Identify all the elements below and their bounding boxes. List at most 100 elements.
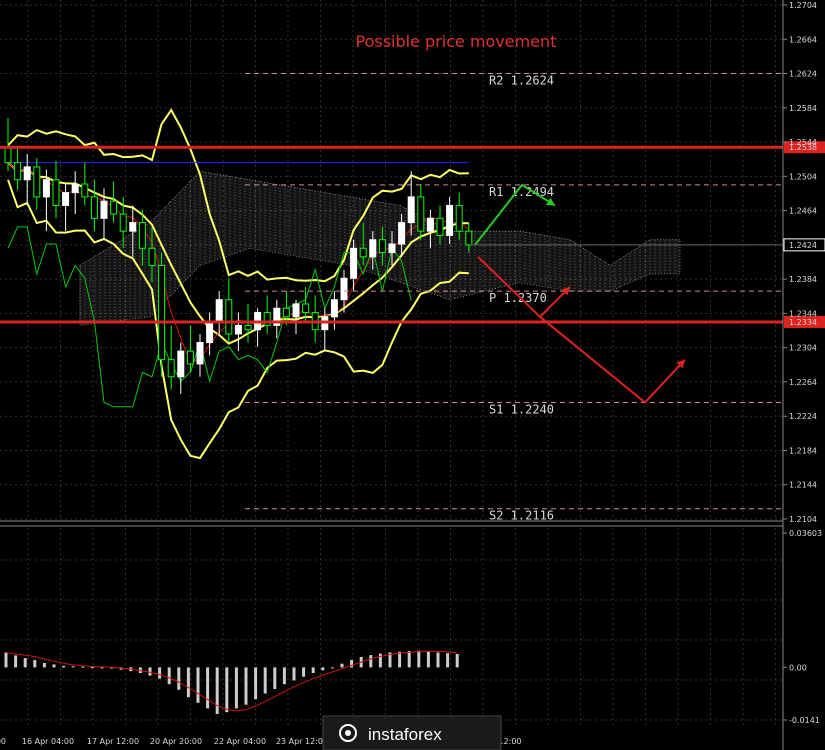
macd-bar	[71, 666, 75, 668]
candle-body	[14, 162, 22, 181]
time-label: 16 Apr 04:00	[22, 737, 74, 746]
candle-body	[23, 166, 31, 181]
time-label: 00	[0, 737, 6, 746]
price-tick-label: 1.2184	[789, 446, 817, 455]
price-tick-label: 1.2464	[789, 207, 817, 216]
candle-body	[455, 204, 463, 232]
macd-bar	[340, 663, 344, 668]
macd-bar	[167, 667, 171, 685]
candle-body	[52, 179, 60, 206]
macd-bar	[378, 653, 382, 668]
candle-body	[206, 320, 214, 344]
macd-axis: 0.03603 0.00 -0.0141	[783, 529, 822, 725]
macd-bar	[350, 659, 354, 668]
macd-bar	[417, 650, 421, 668]
macd-bar	[225, 667, 229, 713]
macd-bar	[244, 667, 248, 705]
price-tick-label: 1.2704	[789, 1, 817, 10]
macd-bar	[33, 659, 37, 668]
macd-bar	[100, 667, 104, 669]
price-tick-label: 1.2544	[789, 138, 817, 147]
candle-body	[158, 264, 166, 361]
macd-bar	[206, 667, 210, 709]
macd-bar	[52, 664, 56, 668]
candle-body	[407, 196, 415, 224]
macd-bar	[254, 667, 258, 700]
red-level-label: 1.2334	[789, 318, 817, 327]
macd-tick-label: 0.03603	[789, 529, 822, 538]
logo-text: instaforex	[368, 725, 442, 744]
trading-chart: R2 1.2624 R1 1.2494 P 1.2370 S1 1.2240 S2 1.…	[0, 0, 825, 750]
candle-body	[417, 196, 425, 232]
macd-bar	[14, 655, 18, 668]
candle-body	[4, 146, 12, 164]
candle-body	[81, 183, 89, 198]
time-label: 12:00	[498, 737, 521, 746]
macd-bar	[398, 651, 402, 668]
grid	[0, 0, 783, 728]
macd-bar	[4, 652, 8, 668]
candle-body	[71, 183, 79, 194]
candle-body	[42, 179, 50, 198]
candle-body	[33, 166, 41, 198]
macd-bar	[196, 667, 200, 703]
candle-body	[62, 192, 70, 206]
macd-bar	[407, 650, 411, 668]
candle-body	[225, 299, 233, 335]
time-label: 20 Apr 20:00	[150, 737, 202, 746]
instaforex-logo: instaforex	[322, 715, 502, 750]
candle-body	[186, 350, 194, 365]
time-label: 17 Apr 12:00	[87, 737, 139, 746]
macd-bar	[455, 653, 459, 668]
macd-bar	[446, 653, 450, 668]
candle-body	[167, 359, 175, 378]
price-tick-label: 1.2224	[789, 412, 817, 421]
macd-bar	[234, 667, 238, 709]
chart-title: Possible price movement	[356, 32, 557, 51]
candle-body	[446, 204, 454, 236]
candle-body	[369, 239, 377, 258]
candle-body	[398, 222, 406, 245]
pivot-label: S1 1.2240	[489, 402, 554, 416]
macd-bar	[292, 667, 296, 681]
candle-body	[426, 217, 434, 232]
macd-bar	[42, 662, 46, 668]
current-price-label: 1.2424	[789, 241, 817, 250]
candle-body	[119, 213, 127, 232]
time-label: 22 Apr 04:00	[214, 737, 266, 746]
price-tick-label: 1.2344	[789, 309, 817, 318]
macd-tick-label: -0.0141	[789, 716, 820, 725]
chart-canvas: R2 1.2624R1 1.2494P 1.2370S1 1.2240S2 1.…	[0, 0, 825, 750]
macd-bar	[311, 667, 315, 673]
macd-bar	[186, 667, 190, 698]
macd-bar	[321, 667, 325, 671]
macd-bar	[158, 667, 162, 679]
price-tick-label: 1.2264	[789, 378, 817, 387]
macd-bar	[81, 666, 85, 668]
candles	[4, 118, 473, 394]
macd-bar	[330, 667, 334, 669]
candle-body	[244, 324, 252, 331]
candle-body	[177, 350, 185, 378]
price-tick-label: 1.2304	[789, 344, 817, 353]
candle-body	[129, 222, 137, 232]
candle-body	[436, 217, 444, 236]
candle-body	[148, 247, 156, 266]
price-tick-label: 1.2584	[789, 104, 817, 113]
macd-tick-label: 0.00	[789, 663, 807, 672]
candle-body	[196, 342, 204, 365]
macd-bar	[302, 667, 306, 677]
candle-body	[292, 303, 300, 318]
price-tick-label: 1.2504	[789, 172, 817, 181]
price-tick-label: 1.2144	[789, 481, 817, 490]
macd-bar	[62, 665, 66, 668]
pivot-label: P 1.2370	[489, 291, 547, 305]
price-tick-label: 1.2664	[789, 35, 817, 44]
candle-body	[388, 243, 396, 254]
candle-body	[138, 222, 146, 249]
macd-bar	[148, 667, 152, 676]
macd-bar	[23, 658, 27, 668]
pivot-label: R2 1.2624	[489, 74, 554, 88]
pivot-levels: R2 1.2624R1 1.2494P 1.2370S1 1.2240S2 1.…	[245, 73, 783, 523]
candle-body	[465, 230, 473, 246]
